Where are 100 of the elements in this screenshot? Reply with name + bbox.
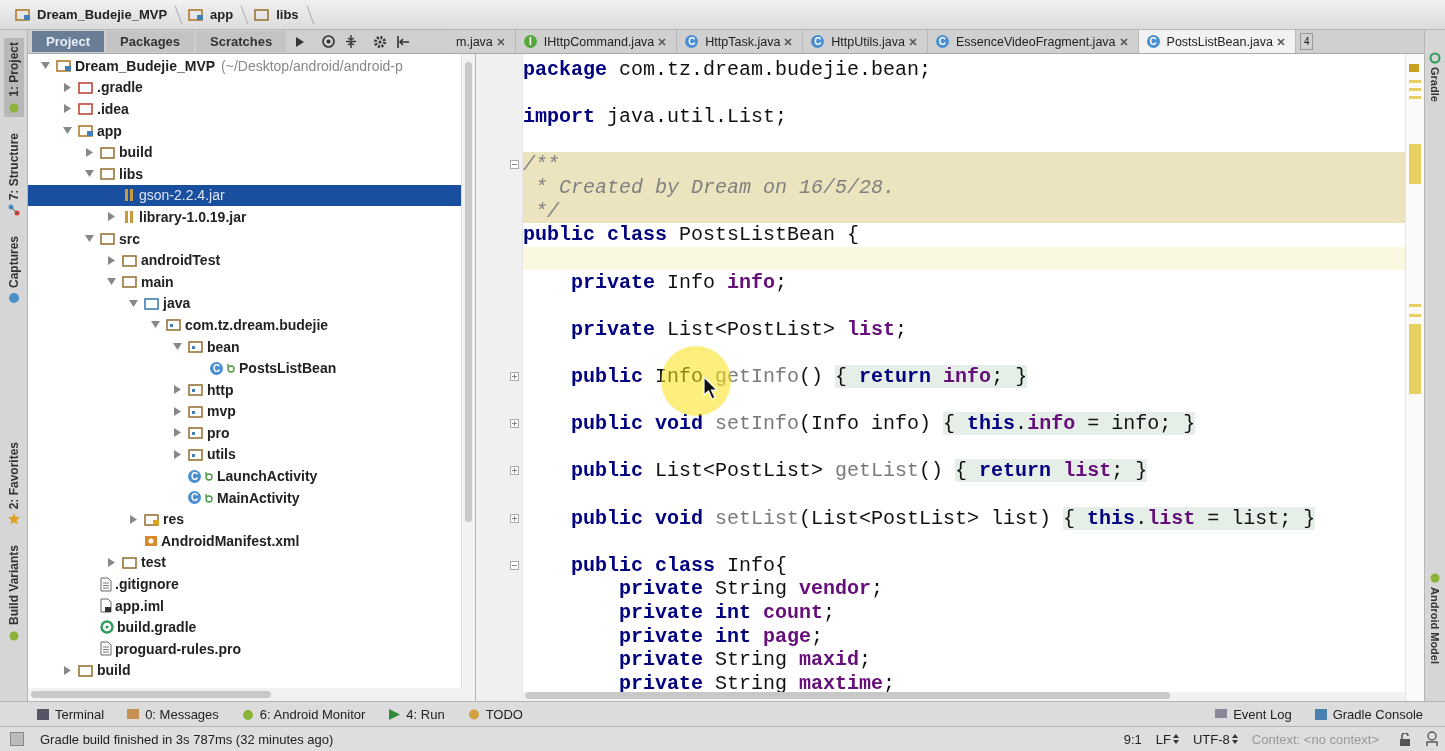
- tab-list-button[interactable]: 4: [1299, 33, 1314, 50]
- tree-item[interactable]: java: [28, 292, 461, 315]
- close-icon[interactable]: [908, 37, 917, 46]
- tree-item[interactable]: library-1.0.19.jar: [28, 206, 461, 228]
- tree-item[interactable]: pro: [28, 422, 461, 444]
- collapse-icon[interactable]: [345, 35, 358, 48]
- expand-arrow-icon[interactable]: [40, 61, 50, 71]
- close-icon[interactable]: [1276, 37, 1285, 46]
- expand-arrow-icon[interactable]: [84, 147, 94, 157]
- tool-window-button[interactable]: TODO: [466, 706, 523, 722]
- caret-position[interactable]: 9:1: [1123, 731, 1142, 747]
- expand-arrow-icon[interactable]: [172, 385, 182, 395]
- tree-item[interactable]: proguard-rules.pro: [28, 638, 461, 660]
- fold-marker-icon[interactable]: [510, 513, 519, 523]
- view-tab[interactable]: Packages: [106, 31, 195, 52]
- close-icon[interactable]: [1119, 37, 1128, 46]
- breadcrumb-item[interactable]: Dream_Budejie_MVP: [12, 7, 171, 22]
- tree-item[interactable]: http: [28, 378, 461, 401]
- fold-marker-icon[interactable]: [510, 466, 519, 476]
- tree-item[interactable]: com.tz.dream.budejie: [28, 314, 461, 336]
- panel-toggle-icon[interactable]: [10, 732, 24, 746]
- fold-marker-icon[interactable]: [510, 159, 519, 169]
- tree-item[interactable]: C LaunchActivity: [28, 465, 461, 487]
- scrollbar-thumb[interactable]: [525, 692, 1170, 699]
- tree-item[interactable]: androidTest: [28, 249, 461, 271]
- expand-arrow-icon[interactable]: [84, 169, 94, 179]
- fold-marker-icon[interactable]: [510, 419, 519, 429]
- tool-window-button[interactable]: 4: Run: [387, 706, 445, 722]
- tree-item[interactable]: bean: [28, 335, 461, 358]
- editor-tab[interactable]: C EssenceVideoFragment.java: [927, 30, 1139, 53]
- close-icon[interactable]: [784, 37, 793, 46]
- inspector-icon[interactable]: [1425, 731, 1439, 747]
- tool-window-button[interactable]: Gradle Console: [1313, 706, 1423, 722]
- expand-arrow-icon[interactable]: [172, 406, 182, 416]
- tool-window-tab[interactable]: 1: Project: [3, 38, 24, 117]
- expand-arrow-icon[interactable]: [106, 212, 116, 222]
- tool-window-button[interactable]: 6: Android Monitor: [240, 706, 366, 722]
- expand-arrow-icon[interactable]: [84, 234, 94, 244]
- tree-item[interactable]: libs: [28, 162, 461, 185]
- tree-item[interactable]: build: [28, 659, 461, 682]
- expand-arrow-icon[interactable]: [62, 665, 72, 675]
- expand-arrow-icon[interactable]: [172, 450, 182, 459]
- editor-tab[interactable]: C PostsListBean.java: [1138, 30, 1296, 53]
- expand-arrow-icon[interactable]: [128, 514, 138, 524]
- editor-tab[interactable]: C HttpUtils.java: [803, 30, 928, 53]
- tree-item[interactable]: main: [28, 270, 461, 293]
- tool-window-tab[interactable]: Gradle: [1429, 52, 1441, 102]
- expand-arrow-icon[interactable]: [106, 277, 116, 287]
- tree-item[interactable]: .gradle: [28, 76, 461, 99]
- tree-item[interactable]: AndroidManifest.xml: [28, 530, 461, 552]
- tree-item[interactable]: build: [28, 141, 461, 163]
- tool-window-button[interactable]: Event Log: [1214, 706, 1292, 722]
- breadcrumb-item[interactable]: libs: [251, 7, 302, 22]
- editor-tab[interactable]: C HttpTask.java: [677, 30, 804, 53]
- expand-arrow-icon[interactable]: [106, 557, 116, 567]
- tree-item[interactable]: mvp: [28, 400, 461, 423]
- expand-arrow-icon[interactable]: [62, 82, 72, 92]
- tree-item[interactable]: app.iml: [28, 594, 461, 617]
- editor-tab[interactable]: m.java: [448, 30, 516, 53]
- tree-item[interactable]: test: [28, 551, 461, 574]
- breadcrumb-item[interactable]: app: [185, 7, 237, 22]
- fold-marker-icon[interactable]: [510, 560, 519, 570]
- tree-item[interactable]: app: [28, 119, 461, 142]
- tool-window-tab[interactable]: 2: Favorites: [3, 438, 24, 530]
- play-icon[interactable]: [296, 36, 305, 47]
- encoding-selector[interactable]: UTF-8: [1192, 731, 1238, 747]
- line-separator-selector[interactable]: LF: [1155, 731, 1179, 747]
- tool-window-tab[interactable]: 7: Structure: [3, 128, 24, 221]
- expand-arrow-icon[interactable]: [172, 342, 182, 351]
- lock-icon[interactable]: [1399, 732, 1411, 746]
- fold-marker-icon[interactable]: [510, 372, 519, 381]
- expand-arrow-icon[interactable]: [150, 320, 160, 330]
- expand-arrow-icon[interactable]: [62, 126, 72, 136]
- tool-window-tab[interactable]: Android Model: [1429, 571, 1441, 664]
- tree-item[interactable]: C PostsListBean: [28, 357, 461, 379]
- tree-item[interactable]: src: [28, 227, 461, 250]
- tool-window-button[interactable]: Terminal: [36, 706, 105, 722]
- settings-icon[interactable]: [373, 34, 388, 49]
- tree-item[interactable]: res: [28, 508, 461, 531]
- view-tab[interactable]: Project: [32, 31, 105, 52]
- tree-item[interactable]: gson-2.2.4.jar: [28, 184, 461, 207]
- tool-window-tab[interactable]: Build Variants: [3, 541, 24, 646]
- tree-item[interactable]: .idea: [28, 98, 461, 120]
- hide-icon[interactable]: [397, 35, 410, 48]
- expand-arrow-icon[interactable]: [128, 298, 138, 308]
- editor-tab[interactable]: I IHttpCommand.java: [515, 30, 678, 53]
- tool-window-button[interactable]: 0: Messages: [126, 706, 219, 722]
- scrollbar-thumb[interactable]: [465, 62, 472, 522]
- expand-arrow-icon[interactable]: [172, 428, 182, 438]
- expand-arrow-icon[interactable]: [62, 104, 72, 114]
- close-icon[interactable]: [496, 37, 505, 46]
- tree-item[interactable]: build.gradle: [28, 616, 461, 639]
- tree-item[interactable]: .gitignore: [28, 573, 461, 595]
- scrollbar-thumb[interactable]: [31, 691, 271, 698]
- tree-item[interactable]: Dream_Budejie_MVP (~/Desktop/android/android-p: [28, 55, 461, 77]
- tree-item[interactable]: utils: [28, 443, 461, 466]
- expand-arrow-icon[interactable]: [106, 255, 116, 265]
- view-tab[interactable]: Scratches: [196, 31, 287, 52]
- tool-window-tab[interactable]: Captures: [3, 232, 24, 309]
- close-icon[interactable]: [658, 37, 667, 46]
